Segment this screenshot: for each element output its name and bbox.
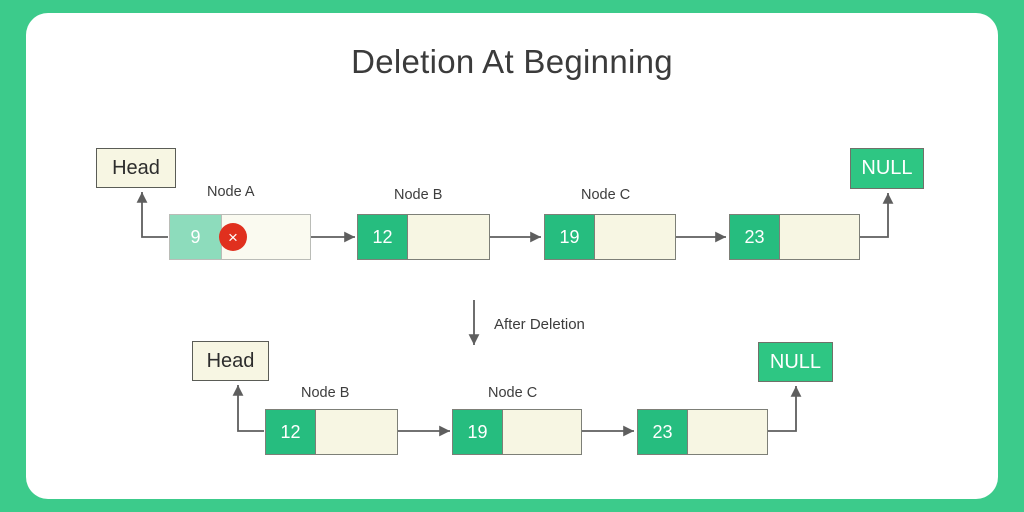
node-c-after: 19 bbox=[452, 409, 582, 455]
head-box-after: Head bbox=[192, 341, 269, 381]
node-caption-a: Node A bbox=[207, 184, 255, 200]
node-b-value-after: 12 bbox=[266, 410, 316, 454]
null-label: NULL bbox=[861, 157, 913, 179]
transition-label: After Deletion bbox=[494, 316, 585, 333]
diagram-canvas: Deletion At Beginning Head NULL Node A N… bbox=[0, 0, 1024, 512]
node-caption-b-after: Node B bbox=[301, 385, 350, 401]
node-a-value: 9 bbox=[170, 215, 222, 259]
node-caption-c: Node C bbox=[581, 187, 631, 203]
node-d-before: 23 bbox=[729, 214, 860, 260]
node-b-value: 12 bbox=[358, 215, 408, 259]
node-b-before: 12 bbox=[357, 214, 490, 260]
page-title: Deletion At Beginning bbox=[351, 43, 673, 80]
node-d-value: 23 bbox=[730, 215, 780, 259]
node-c-pointer-cell-after bbox=[503, 410, 581, 454]
null-label-after: NULL bbox=[769, 350, 822, 373]
null-box-before: NULL bbox=[850, 148, 924, 189]
node-d-value-after: 23 bbox=[638, 410, 688, 454]
node-caption-c-after: Node C bbox=[488, 385, 538, 401]
node-d-pointer-cell bbox=[780, 215, 859, 259]
null-box-after: NULL bbox=[758, 342, 833, 382]
head-box-before: Head bbox=[96, 148, 176, 188]
node-c-value-after: 19 bbox=[453, 410, 503, 454]
close-icon: × bbox=[228, 227, 238, 247]
head-label-after: Head bbox=[206, 349, 255, 372]
node-b-pointer-cell bbox=[408, 215, 489, 259]
node-b-pointer-cell-after bbox=[316, 410, 397, 454]
node-d-pointer-cell-after bbox=[688, 410, 767, 454]
delete-marker-icon: × bbox=[219, 223, 247, 251]
head-label: Head bbox=[112, 156, 160, 179]
node-caption-b: Node B bbox=[394, 187, 443, 203]
node-c-value: 19 bbox=[545, 215, 595, 259]
node-c-before: 19 bbox=[544, 214, 676, 260]
node-d-after: 23 bbox=[637, 409, 768, 455]
node-c-pointer-cell bbox=[595, 215, 675, 259]
node-b-after: 12 bbox=[265, 409, 398, 455]
